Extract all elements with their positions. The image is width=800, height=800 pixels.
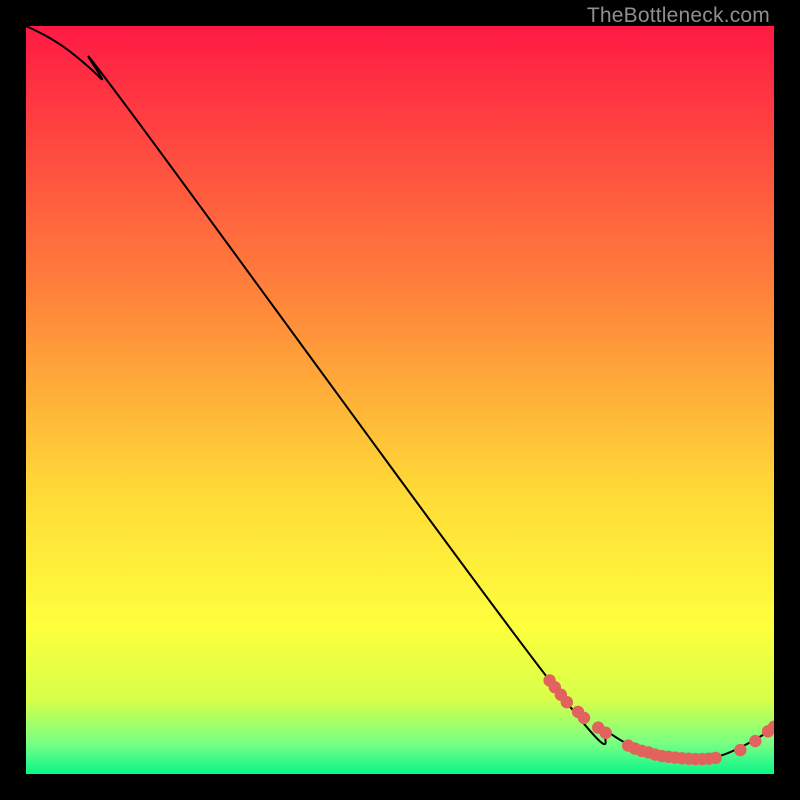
scatter-dot: [709, 752, 721, 764]
chart-plot-area: [26, 26, 774, 774]
gradient-background: [26, 26, 774, 774]
scatter-dot: [734, 744, 746, 756]
scatter-dot: [600, 727, 612, 739]
watermark-text: TheBottleneck.com: [587, 4, 770, 28]
chart-svg: [26, 26, 774, 774]
scatter-dot: [578, 712, 590, 724]
scatter-dot: [561, 696, 573, 708]
scatter-dot: [749, 735, 761, 747]
